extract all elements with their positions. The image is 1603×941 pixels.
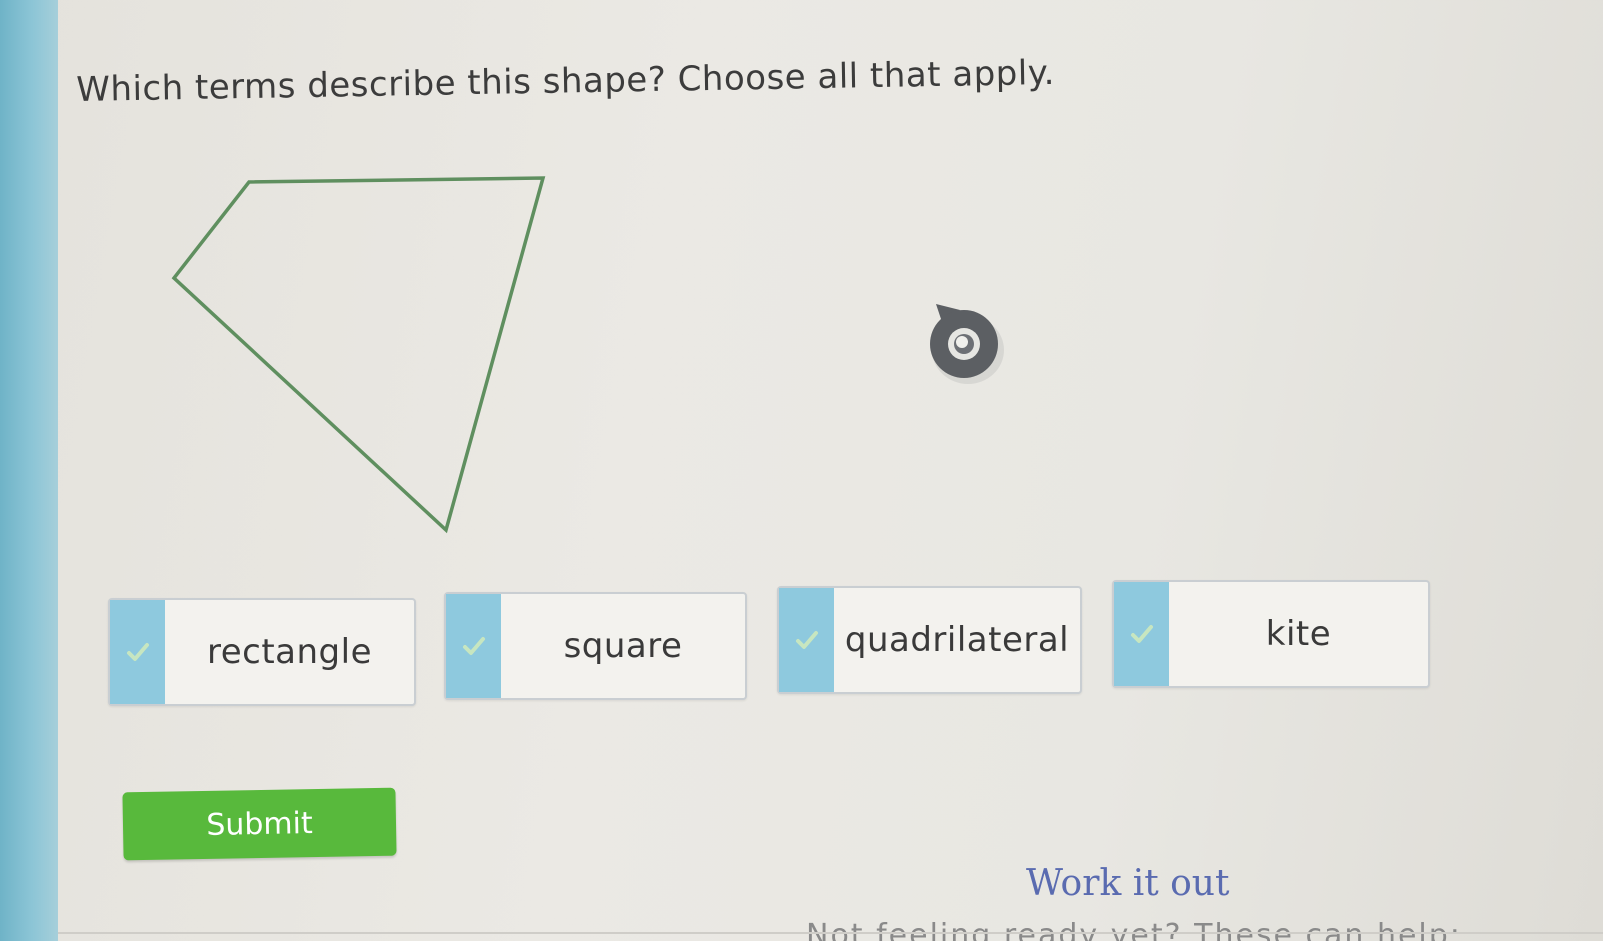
choice-square[interactable]: square xyxy=(444,592,747,700)
shape-outline xyxy=(171,176,546,534)
submit-button[interactable]: Submit xyxy=(122,787,397,861)
question-text: Which terms describe this shape? Choose … xyxy=(76,52,1056,110)
choice-label: kite xyxy=(1265,614,1332,654)
choice-tab xyxy=(446,594,501,698)
choice-tab xyxy=(779,588,834,692)
check-icon xyxy=(795,631,818,649)
check-icon xyxy=(1130,625,1153,643)
not-ready-text: Not feeling ready yet? These can help: xyxy=(806,918,1462,941)
quadrilateral-shape-figure xyxy=(171,176,546,534)
work-it-out-link[interactable]: Work it out xyxy=(1026,863,1229,904)
left-edge-panel xyxy=(0,0,58,941)
pointer-cursor-icon xyxy=(930,304,1004,384)
check-icon xyxy=(462,637,485,655)
question-panel: Which terms describe this shape? Choose … xyxy=(58,0,1603,941)
choice-quadrilateral[interactable]: quadrilateral xyxy=(777,586,1082,694)
choice-label: rectangle xyxy=(206,632,372,672)
choice-label: quadrilateral xyxy=(844,620,1070,660)
divider xyxy=(58,932,1603,934)
choice-rectangle[interactable]: rectangle xyxy=(108,598,416,706)
choice-kite[interactable]: kite xyxy=(1112,580,1430,688)
check-icon xyxy=(126,643,149,661)
choice-tab xyxy=(1114,582,1169,686)
choice-label: square xyxy=(563,626,683,666)
choice-tab xyxy=(110,600,165,704)
